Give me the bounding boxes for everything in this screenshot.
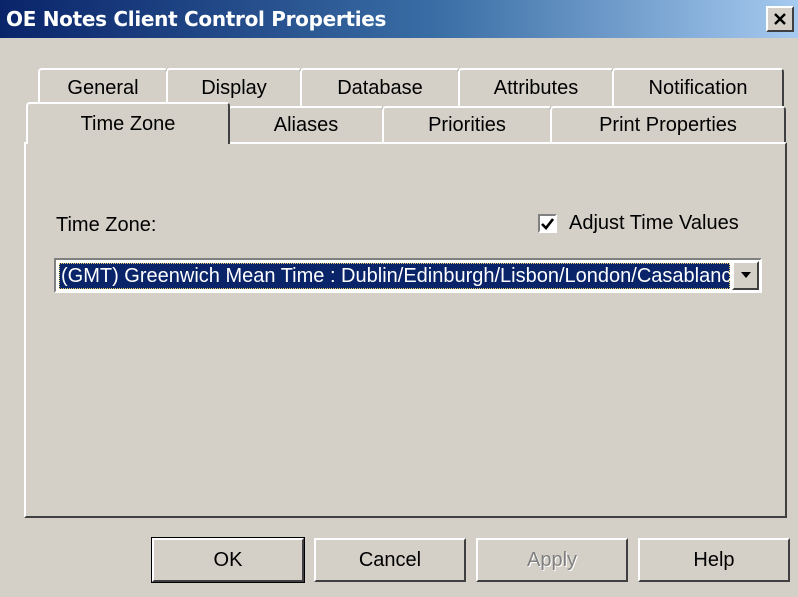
time-zone-panel: Time Zone: Adjust Time Values (GMT) Gree… (24, 142, 787, 518)
tab-print-properties[interactable]: Print Properties (550, 106, 786, 142)
cancel-button[interactable]: Cancel (314, 538, 466, 582)
tab-label: General (67, 76, 139, 99)
checkbox-box[interactable] (538, 214, 557, 233)
adjust-time-values-checkbox[interactable]: Adjust Time Values (538, 212, 739, 235)
tab-label: Print Properties (599, 113, 737, 136)
help-button[interactable]: Help (638, 538, 790, 582)
time-zone-label: Time Zone: (56, 214, 157, 236)
tab-label: Notification (648, 76, 748, 99)
tab-time-zone[interactable]: Time Zone (26, 102, 230, 144)
tab-label: Time Zone (80, 112, 176, 135)
adjust-time-values-label: Adjust Time Values (569, 212, 739, 234)
tab-label: Priorities (428, 113, 506, 136)
chevron-down-icon (740, 272, 751, 278)
tab-priorities[interactable]: Priorities (382, 106, 552, 142)
tab-notification[interactable]: Notification (612, 68, 784, 106)
dropdown-button[interactable] (732, 261, 759, 290)
tab-database[interactable]: Database (300, 68, 460, 106)
tab-display[interactable]: Display (166, 68, 302, 106)
tab-label: Database (337, 76, 423, 99)
time-zone-select[interactable]: (GMT) Greenwich Mean Time : Dublin/Edinb… (54, 258, 762, 293)
checkmark-icon (541, 217, 554, 230)
time-zone-selected-value: (GMT) Greenwich Mean Time : Dublin/Edinb… (59, 263, 730, 289)
tab-label: Attributes (493, 76, 579, 99)
tab-general[interactable]: General (38, 68, 168, 106)
tab-attributes[interactable]: Attributes (458, 68, 614, 106)
window-title: OE Notes Client Control Properties (6, 7, 387, 31)
apply-button[interactable]: Apply (476, 538, 628, 582)
ok-button[interactable]: OK (151, 537, 305, 583)
close-button[interactable] (766, 6, 794, 32)
title-bar: OE Notes Client Control Properties (0, 0, 798, 38)
close-icon (774, 13, 786, 25)
tab-aliases[interactable]: Aliases (228, 106, 384, 142)
tab-label: Aliases (273, 113, 339, 136)
tab-label: Display (201, 76, 267, 99)
